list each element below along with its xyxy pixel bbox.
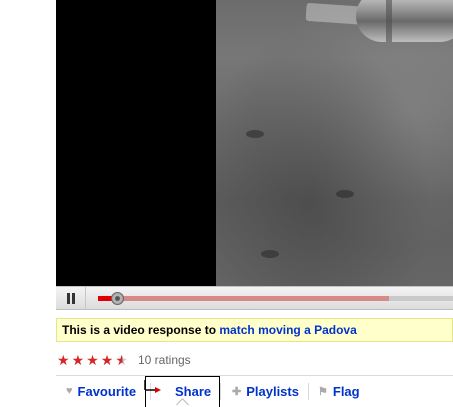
share-label: Share [175,383,212,399]
rating-row: ★ ★ ★ ★ ★ 10 ratings [57,352,191,368]
share-arrow-icon [144,380,161,393]
action-bar: ♥ Favourite Share ✚ Playlists ⚑ Flag [56,375,453,407]
seek-handle[interactable] [111,292,125,305]
video-frame [216,0,453,286]
pause-icon [67,293,70,304]
seek-bar[interactable] [98,292,453,305]
rating-count: 10 ratings [137,353,191,367]
response-video-link[interactable]: match moving a Padova [219,323,356,337]
player-controls [56,286,453,310]
flag-label: Flag [332,383,360,399]
heart-icon: ♥ [66,385,73,397]
video-response-notice: This is a video response to match moving… [56,318,453,342]
seek-bar-played [98,296,113,301]
vehicle-part [356,0,453,42]
share-button[interactable]: Share [175,376,211,406]
video-player[interactable] [56,0,453,286]
star-icon[interactable]: ★ [57,353,72,367]
seek-bar-loaded [98,296,390,301]
star-icon[interactable]: ★ [72,353,87,367]
rating-stars[interactable]: ★ ★ ★ ★ ★ [57,353,130,367]
flag-button[interactable]: ⚑ Flag [318,376,360,406]
star-icon[interactable]: ★ [115,353,130,367]
playlists-label: Playlists [246,383,299,399]
favourite-button[interactable]: ♥ Favourite [66,376,136,406]
flag-icon: ⚑ [318,385,328,398]
pause-button[interactable] [56,287,86,310]
star-icon[interactable]: ★ [86,353,101,367]
favourite-label: Favourite [77,383,137,399]
notice-text: This is a video response to [62,323,217,337]
plus-icon: ✚ [232,385,242,398]
playlists-button[interactable]: ✚ Playlists [232,376,299,406]
star-icon[interactable]: ★ [101,353,116,367]
